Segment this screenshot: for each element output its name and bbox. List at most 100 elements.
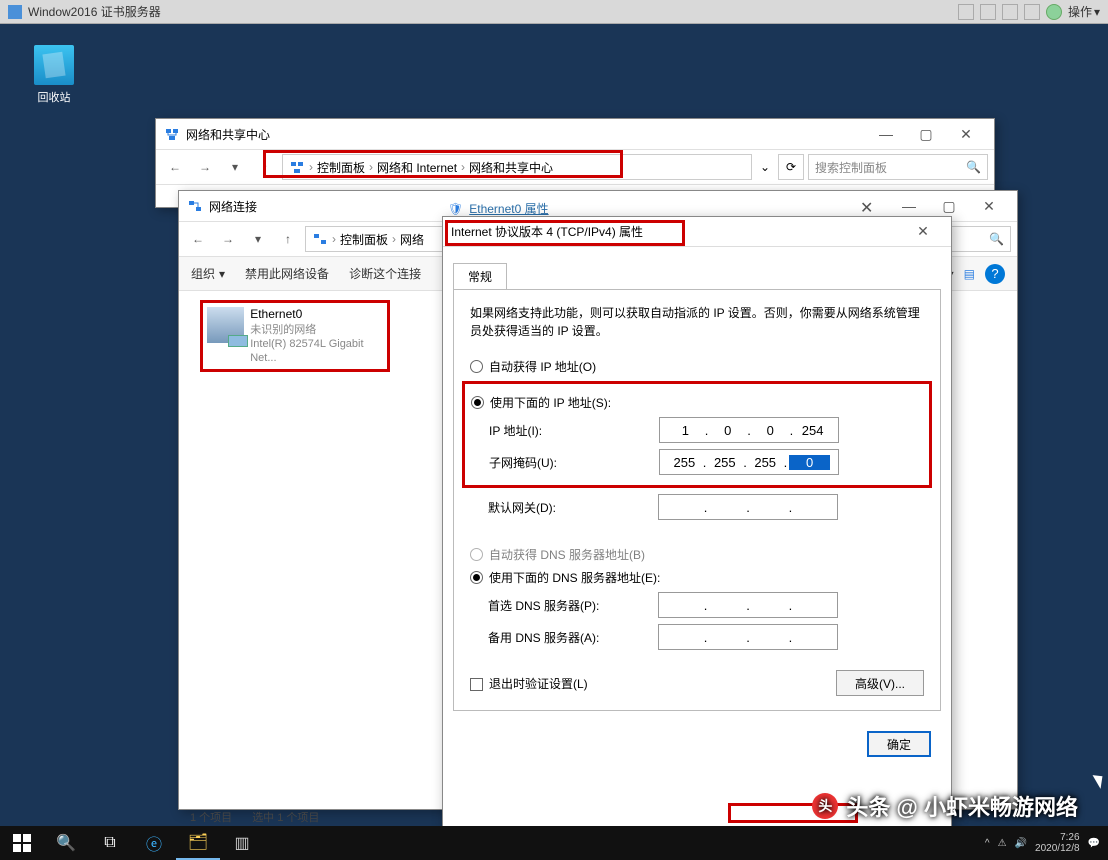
titlebar[interactable]: 网络和共享中心 ― ▢ ✕ [156, 119, 994, 149]
close-button[interactable]: ✕ [946, 119, 986, 149]
forward-button[interactable]: → [192, 154, 218, 180]
breadcrumb-item[interactable]: 控制面板 [317, 159, 365, 176]
network-icon [187, 198, 203, 214]
help-icon[interactable]: ? [985, 264, 1005, 284]
back-button[interactable]: ← [162, 154, 188, 180]
dialog-footer: 确定 [443, 721, 951, 767]
maximize-button[interactable]: ▢ [906, 119, 946, 149]
navigation-row: ← → ▾ ↑ › 控制面板 › 网络和 Internet › 网络和共享中心 … [156, 149, 994, 185]
advanced-button[interactable]: 高级(V)... [836, 670, 924, 696]
host-action-label[interactable]: 操作 [1068, 3, 1092, 20]
vm-title: Window2016 证书服务器 [28, 3, 161, 20]
refresh-button[interactable]: ⟳ [778, 154, 804, 180]
watermark-logo: 头 [812, 793, 838, 819]
host-tray-icon[interactable] [980, 4, 996, 20]
volume-icon[interactable]: 🔊 [1015, 838, 1027, 849]
dns2-input[interactable]: . . . [658, 624, 838, 650]
history-dropdown[interactable]: ▾ [222, 154, 248, 180]
diagnose-button[interactable]: 诊断这个连接 [349, 265, 421, 282]
radio-manual-ip[interactable]: 使用下面的 IP 地址(S): [471, 394, 923, 411]
preview-pane-icon[interactable]: ▤ [964, 267, 975, 281]
radio-icon [470, 571, 483, 584]
disable-device-button[interactable]: 禁用此网络设备 [245, 265, 329, 282]
breadcrumb-dropdown[interactable]: ⌄ [756, 160, 774, 174]
host-tray-icon[interactable] [958, 4, 974, 20]
status-bar: 1 个项目 选中 1 个项目 [190, 809, 319, 825]
radio-icon [470, 548, 483, 561]
clock[interactable]: 7:26 2020/12/8 [1035, 832, 1080, 854]
titlebar[interactable]: Internet 协议版本 4 (TCP/IPv4) 属性 ✕ [443, 217, 951, 247]
close-button[interactable]: ✕ [860, 198, 873, 218]
organize-menu[interactable]: 组织 [191, 265, 215, 282]
breadcrumb-item[interactable]: 网络 [400, 231, 424, 248]
radio-manual-dns[interactable]: 使用下面的 DNS 服务器地址(E): [470, 569, 924, 586]
action-center-icon[interactable]: 💬 [1088, 838, 1100, 849]
back-button[interactable]: ← [185, 226, 211, 252]
breadcrumb-item[interactable]: 网络和 Internet [377, 159, 457, 176]
network-adapter-item[interactable]: Ethernet0 未识别的网络 Intel(R) 82574L Gigabit… [200, 300, 390, 372]
search-icon: 🔍 [989, 232, 1004, 246]
checkbox-icon [470, 678, 483, 691]
highlight-ip-section: 使用下面的 IP 地址(S): IP 地址(I): 1. 0. 0. 254 子… [462, 381, 932, 488]
network-icon [312, 231, 328, 247]
dns2-label: 备用 DNS 服务器(A): [488, 629, 658, 646]
tcpip-properties-dialog: Internet 协议版本 4 (TCP/IPv4) 属性 ✕ 常规 如果网络支… [442, 216, 952, 836]
chevron-down-icon: ▾ [219, 267, 225, 281]
watermark: 头 头条 @ 小虾米畅游网络 [812, 790, 1078, 822]
breadcrumb-item[interactable]: 控制面板 [340, 231, 388, 248]
ie-button[interactable]: ⓔ [132, 826, 176, 860]
tab-general[interactable]: 常规 [453, 263, 507, 289]
up-button[interactable]: ↑ [252, 154, 278, 180]
recycle-bin-icon [34, 45, 74, 85]
breadcrumb[interactable]: › 控制面板 › 网络 [305, 226, 445, 252]
host-tray-icon[interactable] [1024, 4, 1040, 20]
close-button[interactable]: ✕ [903, 217, 943, 247]
validate-checkbox[interactable]: 退出时验证设置(L) [470, 675, 588, 692]
gateway-label: 默认网关(D): [488, 499, 658, 516]
search-placeholder: 搜索控制面板 [815, 159, 887, 176]
dns1-label: 首选 DNS 服务器(P): [488, 597, 658, 614]
recycle-bin[interactable]: 回收站 [24, 45, 84, 105]
vm-host-bar: Window2016 证书服务器 操作 ▾ [0, 0, 1108, 24]
radio-auto-ip[interactable]: 自动获得 IP 地址(O) [470, 358, 924, 375]
network-tray-icon[interactable]: ⚠ [998, 838, 1007, 849]
tab-body: 如果网络支持此功能，则可以获取自动指派的 IP 设置。否则，你需要从网络系统管理… [453, 289, 941, 711]
adapter-icon [207, 307, 244, 343]
radio-icon [471, 396, 484, 409]
host-tray-icon[interactable] [1002, 4, 1018, 20]
window-title: 网络和共享中心 [186, 126, 866, 143]
search-box[interactable]: 搜索控制面板 🔍 [808, 154, 988, 180]
tab-row: 常规 [443, 255, 951, 289]
recycle-bin-label: 回收站 [24, 89, 84, 105]
breadcrumb[interactable]: › 控制面板 › 网络和 Internet › 网络和共享中心 [282, 154, 752, 180]
search-box[interactable]: 🔍 [951, 226, 1011, 252]
task-view-button[interactable]: ⧉ [88, 826, 132, 860]
host-tray-icon[interactable] [1046, 4, 1062, 20]
separator-icon: › [332, 232, 336, 246]
separator-icon: › [461, 160, 465, 174]
separator-icon: › [392, 232, 396, 246]
server-manager-button[interactable]: ▥ [220, 826, 264, 860]
file-explorer-button[interactable]: 🗂 [176, 826, 220, 860]
dns1-input[interactable]: . . . [658, 592, 838, 618]
forward-button[interactable]: → [215, 226, 241, 252]
selected-count: 选中 1 个项目 [252, 809, 319, 825]
ip-address-input[interactable]: 1. 0. 0. 254 [659, 417, 839, 443]
search-button[interactable]: 🔍 [44, 826, 88, 860]
ip-address-label: IP 地址(I): [489, 422, 659, 439]
breadcrumb-item[interactable]: 网络和共享中心 [469, 159, 553, 176]
start-button[interactable] [0, 826, 44, 860]
item-count: 1 个项目 [190, 809, 232, 825]
watermark-text: 头条 @ 小虾米畅游网络 [846, 790, 1078, 822]
close-button[interactable]: ✕ [969, 191, 1009, 221]
ok-button[interactable]: 确定 [867, 731, 931, 757]
minimize-button[interactable]: ― [866, 119, 906, 149]
shield-icon: 🛡 [448, 202, 463, 216]
up-button[interactable]: ↑ [275, 226, 301, 252]
subnet-mask-input[interactable]: 255. 255. 255. 0 [659, 449, 839, 475]
gateway-input[interactable]: . . . [658, 494, 838, 520]
history-dropdown[interactable]: ▾ [245, 226, 271, 252]
tray-up-icon[interactable]: ^ [985, 838, 990, 849]
system-tray[interactable]: ^ ⚠ 🔊 7:26 2020/12/8 💬 [985, 832, 1108, 854]
adapter-device: Intel(R) 82574L Gigabit Net... [250, 337, 383, 366]
